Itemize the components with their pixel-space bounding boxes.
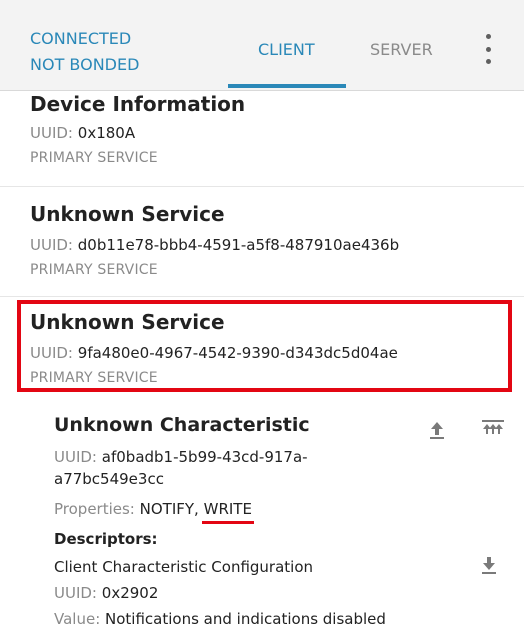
uuid-label: UUID: — [30, 124, 73, 142]
descriptors-label: Descriptors: — [54, 530, 158, 548]
uuid-label: UUID: — [30, 236, 73, 254]
characteristic-item[interactable]: Unknown Characteristic UUID: af0badb1-5b… — [54, 414, 386, 628]
status-connected: CONNECTED — [30, 29, 132, 48]
properties-label: Properties: — [54, 500, 135, 518]
app-bar: CONNECTED NOT BONDED CLIENT SERVER — [0, 0, 524, 91]
highlight-box — [17, 300, 512, 392]
uuid-value: d0b11e78-bbb4-4591-a5f8-487910ae436b — [77, 236, 400, 254]
property-notify: NOTIFY, — [139, 500, 199, 518]
uuid-label: UUID: — [54, 448, 97, 466]
service-item[interactable]: Unknown Service UUID: d0b11e78-bbb4-4591… — [30, 202, 399, 278]
connection-status: CONNECTED NOT BONDED — [30, 26, 139, 78]
divider — [0, 186, 524, 187]
descriptor-uuid: UUID: 0x2902 — [54, 584, 384, 602]
uuid-value: 0x180A — [77, 124, 136, 142]
write-underline — [201, 521, 254, 524]
characteristic-uuid: UUID: af0badb1-5b99-43cd-917a-a77bc549e3… — [54, 446, 384, 490]
service-item[interactable]: Device Information UUID: 0x180A PRIMARY … — [30, 92, 245, 166]
characteristic-title: Unknown Characteristic — [54, 414, 310, 436]
service-title: Unknown Service — [30, 202, 225, 226]
divider — [0, 296, 524, 297]
service-title: Device Information — [30, 92, 246, 116]
status-bonding: NOT BONDED — [30, 55, 140, 74]
value-text: Notifications and indications disabled — [105, 610, 386, 628]
descriptor-name[interactable]: Client Characteristic Configuration — [54, 558, 414, 576]
upload-icon[interactable] — [428, 420, 446, 440]
download-icon[interactable] — [480, 554, 498, 576]
service-type: PRIMARY SERVICE — [30, 262, 158, 278]
characteristic-properties: Properties: NOTIFY, WRITE — [54, 500, 384, 524]
property-write: WRITE — [203, 500, 252, 518]
descriptor-value: Value: Notifications and indications dis… — [54, 610, 474, 628]
active-tab-indicator — [228, 84, 346, 88]
property-write-wrapper: WRITE — [201, 500, 254, 524]
service-uuid: UUID: d0b11e78-bbb4-4591-a5f8-487910ae43… — [30, 236, 399, 254]
value-label: Value: — [54, 610, 101, 628]
tab-server[interactable]: SERVER — [370, 40, 433, 59]
uuid-value: 0x2902 — [101, 584, 159, 602]
more-vert-icon[interactable] — [478, 34, 498, 64]
tab-client[interactable]: CLIENT — [258, 40, 315, 59]
service-type: PRIMARY SERVICE — [30, 150, 158, 166]
notify-toggle-icon[interactable] — [480, 418, 506, 440]
uuid-label: UUID: — [54, 584, 97, 602]
service-uuid: UUID: 0x180A — [30, 124, 245, 142]
